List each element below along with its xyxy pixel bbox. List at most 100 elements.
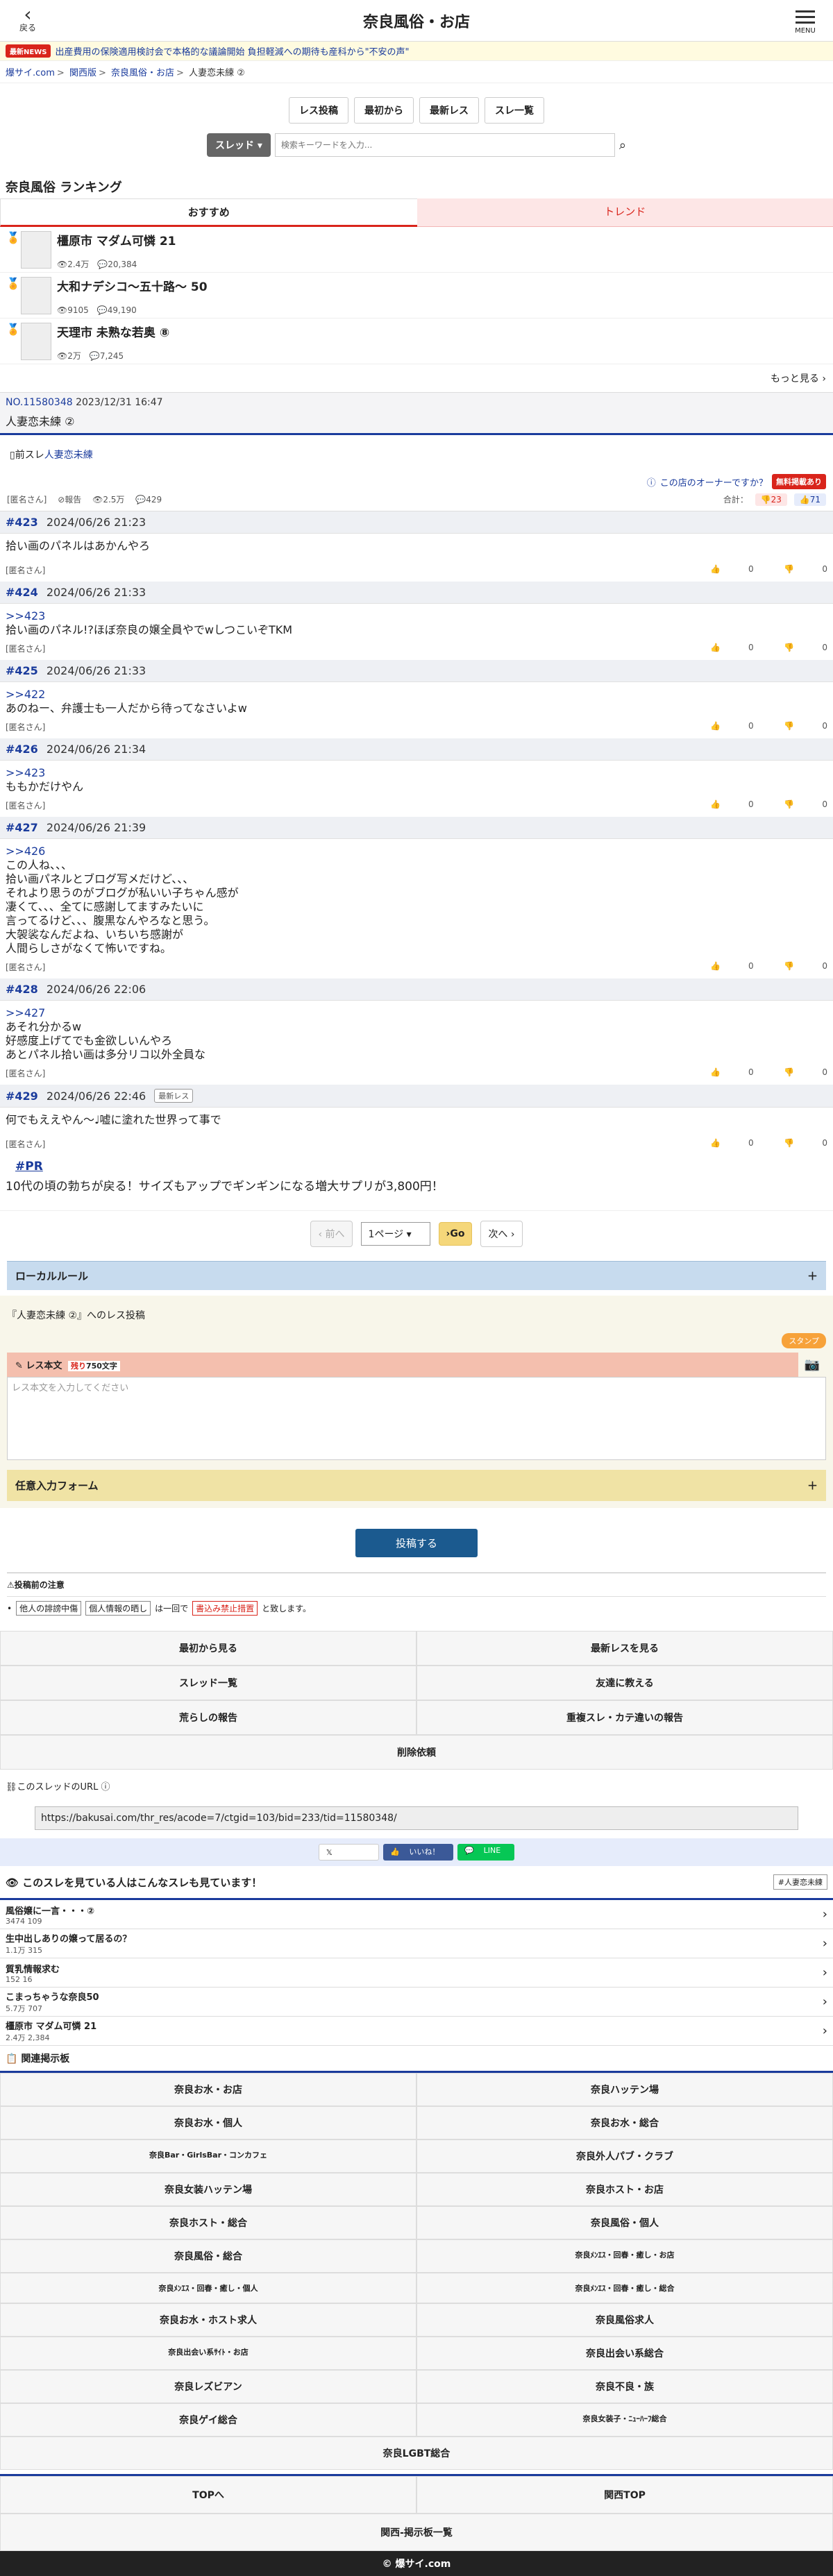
good-vote-button[interactable]: 👍0 (710, 1067, 754, 1077)
related-board-link[interactable]: 奈良ホスト・お店 (416, 2173, 833, 2206)
bad-vote-button[interactable]: 👎0 (784, 1067, 827, 1077)
ranking-item[interactable]: 🏅 大和ナデシコ〜五十路〜 50 👁9105 💬49,190 (0, 273, 833, 319)
ranking-item[interactable]: 🏅 天理市 未熟な若奥 ⑧ 👁2万 💬7,245 (0, 319, 833, 364)
facebook-like-button[interactable]: 👍 いいね！ (383, 1844, 453, 1861)
bad-vote-button[interactable]: 👎0 (784, 564, 827, 574)
tell-friend[interactable]: 友達に教える (416, 1666, 833, 1700)
tab-recommended[interactable]: おすすめ (0, 198, 417, 227)
x-share-button[interactable]: 𝕏 ポスト (319, 1844, 379, 1861)
related-board-link[interactable]: 奈良レズビアン (0, 2370, 416, 2403)
related-board-link[interactable]: 奈良出会い系総合 (416, 2337, 833, 2370)
good-vote-button[interactable]: 👍0 (710, 961, 754, 971)
breadcrumb-home[interactable]: 爆サイ.com (6, 68, 55, 78)
related-board-link[interactable]: 奈良お水・お店 (0, 2073, 416, 2106)
page-select[interactable]: 1ページ ▾ (361, 1222, 430, 1246)
reply-anchor[interactable]: >>423 (6, 766, 827, 780)
reply-textarea[interactable]: レス本文を入力してください (7, 1377, 826, 1460)
related-board-link[interactable]: 奈良Bar・GirlsBar・コンカフェ (0, 2139, 416, 2173)
more-ranking-link[interactable]: もっと見る › (0, 364, 833, 393)
post-number[interactable]: #429 (6, 1090, 38, 1103)
post-number[interactable]: #426 (6, 743, 38, 756)
next-page-button[interactable]: 次へ › (480, 1221, 522, 1247)
post-number[interactable]: #423 (6, 516, 38, 529)
reply-anchor[interactable]: >>422 (6, 688, 827, 702)
good-vote-button[interactable]: 👍0 (710, 799, 754, 809)
related-board-link[interactable]: 奈良外人パブ・クラブ (416, 2139, 833, 2173)
pr-block[interactable]: #PR 10代の頃の勃ちが戻る！サイズもアップでギンギンになる増大サプリが3,8… (0, 1155, 833, 1210)
related-board-link[interactable]: 奈良お水・ホスト求人 (0, 2303, 416, 2337)
search-input[interactable] (275, 133, 615, 157)
related-board-link[interactable]: 奈良女装子・ﾆｭｰﾊｰﾌ総合 (416, 2403, 833, 2437)
related-board-link[interactable]: 奈良風俗・個人 (416, 2206, 833, 2239)
camera-icon[interactable]: 📷 (798, 1357, 826, 1372)
delete-request[interactable]: 削除依頼 (0, 1735, 833, 1770)
good-vote-button[interactable]: 👍0 (710, 643, 754, 652)
stamp-button[interactable]: スタンプ (782, 1333, 826, 1348)
submit-button[interactable]: 投稿する (355, 1529, 478, 1557)
local-rule-toggle[interactable]: ローカルルール＋ (7, 1261, 826, 1290)
tab-trend[interactable]: トレンド (417, 198, 833, 227)
reply-anchor[interactable]: >>427 (6, 1006, 827, 1020)
list-item[interactable]: 生中出しありの嬢って居るの？ 1.1万 315 › (0, 1929, 833, 1958)
back-button[interactable]: ‹ 戻る (7, 8, 49, 33)
thread-tag[interactable]: #人妻恋未練 (773, 1874, 827, 1890)
related-board-link[interactable]: 奈良ホスト・総合 (0, 2206, 416, 2239)
related-board-link[interactable]: 奈良お水・個人 (0, 2106, 416, 2139)
ranking-item[interactable]: 🏅 橿原市 マダム可憐 21 👁2.4万 💬20,384 (0, 227, 833, 273)
owner-cta[interactable]: ⓘこの店のオーナーですか？ 無料掲載あり (0, 474, 833, 489)
post-reply-button[interactable]: レス投稿 (289, 97, 348, 124)
bad-vote-button[interactable]: 👎0 (784, 1138, 827, 1148)
list-item[interactable]: 橿原市 マダム可憐 21 2.4万 2,384 › (0, 2017, 833, 2046)
related-board-link[interactable]: 奈良ﾒﾝｴｽ・回春・癒し・個人 (0, 2273, 416, 2303)
related-board-link[interactable]: 奈良出会い系ｻｲﾄ・お店 (0, 2337, 416, 2370)
thread-url-input[interactable]: https://bakusai.com/thr_res/acode=7/ctgi… (35, 1806, 798, 1830)
bad-vote-button[interactable]: 👎0 (784, 961, 827, 971)
report-duplicate[interactable]: 重複スレ・カテ違いの報告 (416, 1700, 833, 1735)
search-icon[interactable]: ⌕ (619, 138, 626, 153)
breadcrumb-region[interactable]: 関西版 (69, 68, 96, 78)
related-board-link[interactable]: 奈良風俗・総合 (0, 2239, 416, 2273)
go-button[interactable]: ›Go (439, 1222, 473, 1246)
view-latest[interactable]: 最新レスを見る (416, 1631, 833, 1666)
thread-list[interactable]: スレッド一覧 (0, 1666, 416, 1700)
bad-vote-button[interactable]: 👎0 (784, 721, 827, 731)
optional-form-toggle[interactable]: 任意入力フォーム＋ (7, 1470, 826, 1501)
line-share-button[interactable]: 💬 LINE (457, 1844, 514, 1861)
news-text[interactable]: 出産費用の保険適用検討会で本格的な議論開始 負担軽減への期待も産科から"不安の声… (55, 44, 409, 58)
related-board-link[interactable]: 奈良ゲイ総合 (0, 2403, 416, 2437)
kansai-board-list-link[interactable]: 関西-掲示板一覧 (0, 2514, 833, 2551)
post-number[interactable]: #428 (6, 983, 38, 996)
pr-text[interactable]: 10代の頃の勃ちが戻る！サイズもアップでギンギンになる増大サプリが3,800円！ (6, 1176, 827, 1194)
top-link[interactable]: TOPへ (0, 2476, 416, 2514)
breadcrumb-board[interactable]: 奈良風俗・お店 (111, 68, 174, 78)
related-board-link[interactable]: 奈良不良・族 (416, 2370, 833, 2403)
bad-total[interactable]: 👎23 (755, 493, 787, 506)
list-item[interactable]: 風俗嬢に一言・・・② 3474 109 › (0, 1900, 833, 1929)
reply-anchor[interactable]: >>426 (6, 845, 827, 858)
menu-button[interactable]: MENU (784, 7, 826, 35)
from-first-button[interactable]: 最初から (354, 97, 414, 124)
bad-vote-button[interactable]: 👎0 (784, 799, 827, 809)
related-board-link[interactable]: 奈良風俗求人 (416, 2303, 833, 2337)
post-number[interactable]: #427 (6, 821, 38, 834)
related-board-link[interactable]: 奈良女装ハッテン場 (0, 2173, 416, 2206)
news-bar[interactable]: 最新NEWS 出産費用の保険適用検討会で本格的な議論開始 負担軽減への期待も産科… (0, 42, 833, 61)
post-number[interactable]: #424 (6, 586, 38, 599)
good-vote-button[interactable]: 👍0 (710, 564, 754, 574)
post-number[interactable]: #425 (6, 664, 38, 677)
reply-anchor[interactable]: >>423 (6, 609, 827, 623)
good-vote-button[interactable]: 👍0 (710, 721, 754, 731)
report-troll[interactable]: 荒らしの報告 (0, 1700, 416, 1735)
thread-list-button[interactable]: スレ一覧 (485, 97, 544, 124)
list-item[interactable]: こまっちゃうな奈良50 5.7万 707 › (0, 1988, 833, 2017)
good-vote-button[interactable]: 👍0 (710, 1138, 754, 1148)
report-link[interactable]: ⊘報告 (58, 495, 81, 505)
related-board-link[interactable]: 奈良お水・総合 (416, 2106, 833, 2139)
kansai-top-link[interactable]: 関西TOP (416, 2476, 833, 2514)
good-total[interactable]: 👍71 (794, 493, 826, 506)
search-type-select[interactable]: スレッド ▾ (207, 133, 271, 157)
related-board-link[interactable]: 奈良LGBT総合 (0, 2437, 833, 2470)
latest-reply-button[interactable]: 最新レス (419, 97, 479, 124)
bad-vote-button[interactable]: 👎0 (784, 643, 827, 652)
previous-thread-link[interactable]: 人妻恋未練 (44, 450, 93, 461)
